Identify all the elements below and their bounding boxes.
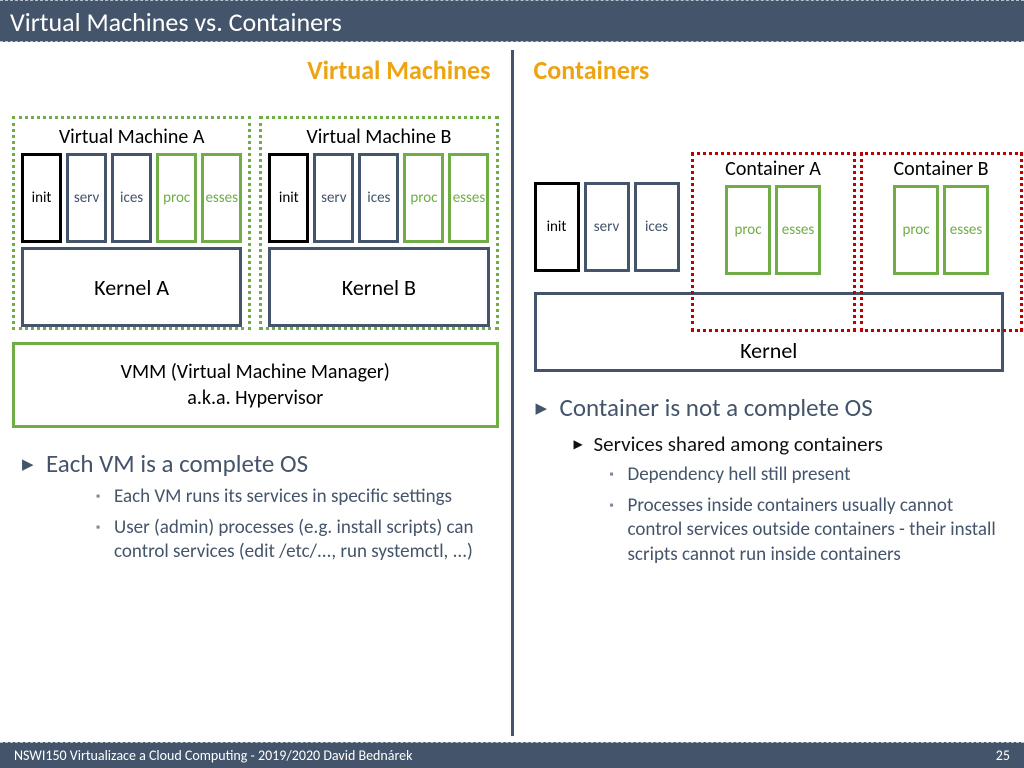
- vm-a-title: Virtual Machine A: [21, 125, 242, 149]
- left-column: Virtual Machines Virtual Machine A init …: [0, 42, 511, 742]
- container-b-proc: proc: [893, 185, 939, 275]
- left-bullet-1a: Each VM runs its services in specific se…: [12, 485, 499, 510]
- container-a-proc: proc: [725, 185, 771, 275]
- container-a-box: Container A proc esses: [691, 152, 856, 332]
- host-init: init: [534, 182, 580, 272]
- container-diagram: Kernel init serv ices Container A proc e…: [526, 142, 1013, 372]
- right-column: Containers Kernel init serv ices Contain…: [514, 42, 1024, 742]
- right-bullet-2: Services shared among containers: [526, 431, 1013, 457]
- right-bullet-3b: Processes inside containers usually cann…: [526, 494, 1013, 568]
- slide-footer: NSWI150 Virtualizace a Cloud Computing -…: [0, 742, 1024, 768]
- vm-b-box: Virtual Machine B init serv ices proc es…: [259, 116, 498, 330]
- left-bullet-1b: User (admin) processes (e.g. install scr…: [12, 516, 499, 565]
- kernel-a: Kernel A: [21, 247, 242, 327]
- vm-b-esses: esses: [448, 153, 489, 243]
- vm-b-serv: serv: [313, 153, 354, 243]
- vm-b-proc: proc: [403, 153, 444, 243]
- right-heading: Containers: [526, 54, 1013, 86]
- container-a-esses: esses: [775, 185, 821, 275]
- vm-b-init: init: [268, 153, 309, 243]
- vm-a-esses: esses: [201, 153, 242, 243]
- vmm-line2: a.k.a. Hypervisor: [25, 385, 486, 411]
- container-b-box: Container B proc esses: [860, 152, 1023, 332]
- vm-b-ices: ices: [358, 153, 399, 243]
- right-bullet-3a: Dependency hell still present: [526, 463, 1013, 488]
- vm-a-box: Virtual Machine A init serv ices proc es…: [12, 116, 251, 330]
- left-heading: Virtual Machines: [12, 54, 499, 86]
- vmm-line1: VMM (Virtual Machine Manager): [25, 359, 486, 385]
- vm-a-proc: proc: [156, 153, 197, 243]
- host-processes: init serv ices: [534, 182, 684, 272]
- vm-a-ices: ices: [111, 153, 152, 243]
- vm-b-title: Virtual Machine B: [268, 125, 489, 149]
- container-b-title: Container B: [863, 157, 1020, 181]
- vm-a-init: init: [21, 153, 62, 243]
- page-number: 25: [996, 747, 1010, 764]
- left-bullet-1: Each VM is a complete OS: [12, 448, 499, 479]
- footer-text: NSWI150 Virtualizace a Cloud Computing -…: [14, 747, 413, 764]
- host-ices: ices: [634, 182, 680, 272]
- container-a-title: Container A: [694, 157, 853, 181]
- host-serv: serv: [584, 182, 630, 272]
- hypervisor-box: VMM (Virtual Machine Manager) a.k.a. Hyp…: [12, 342, 499, 428]
- right-bullet-1: Container is not a complete OS: [526, 392, 1013, 423]
- vm-a-serv: serv: [66, 153, 107, 243]
- container-b-esses: esses: [943, 185, 989, 275]
- slide-title: Virtual Machines vs. Containers: [0, 0, 1024, 42]
- kernel-b: Kernel B: [268, 247, 489, 327]
